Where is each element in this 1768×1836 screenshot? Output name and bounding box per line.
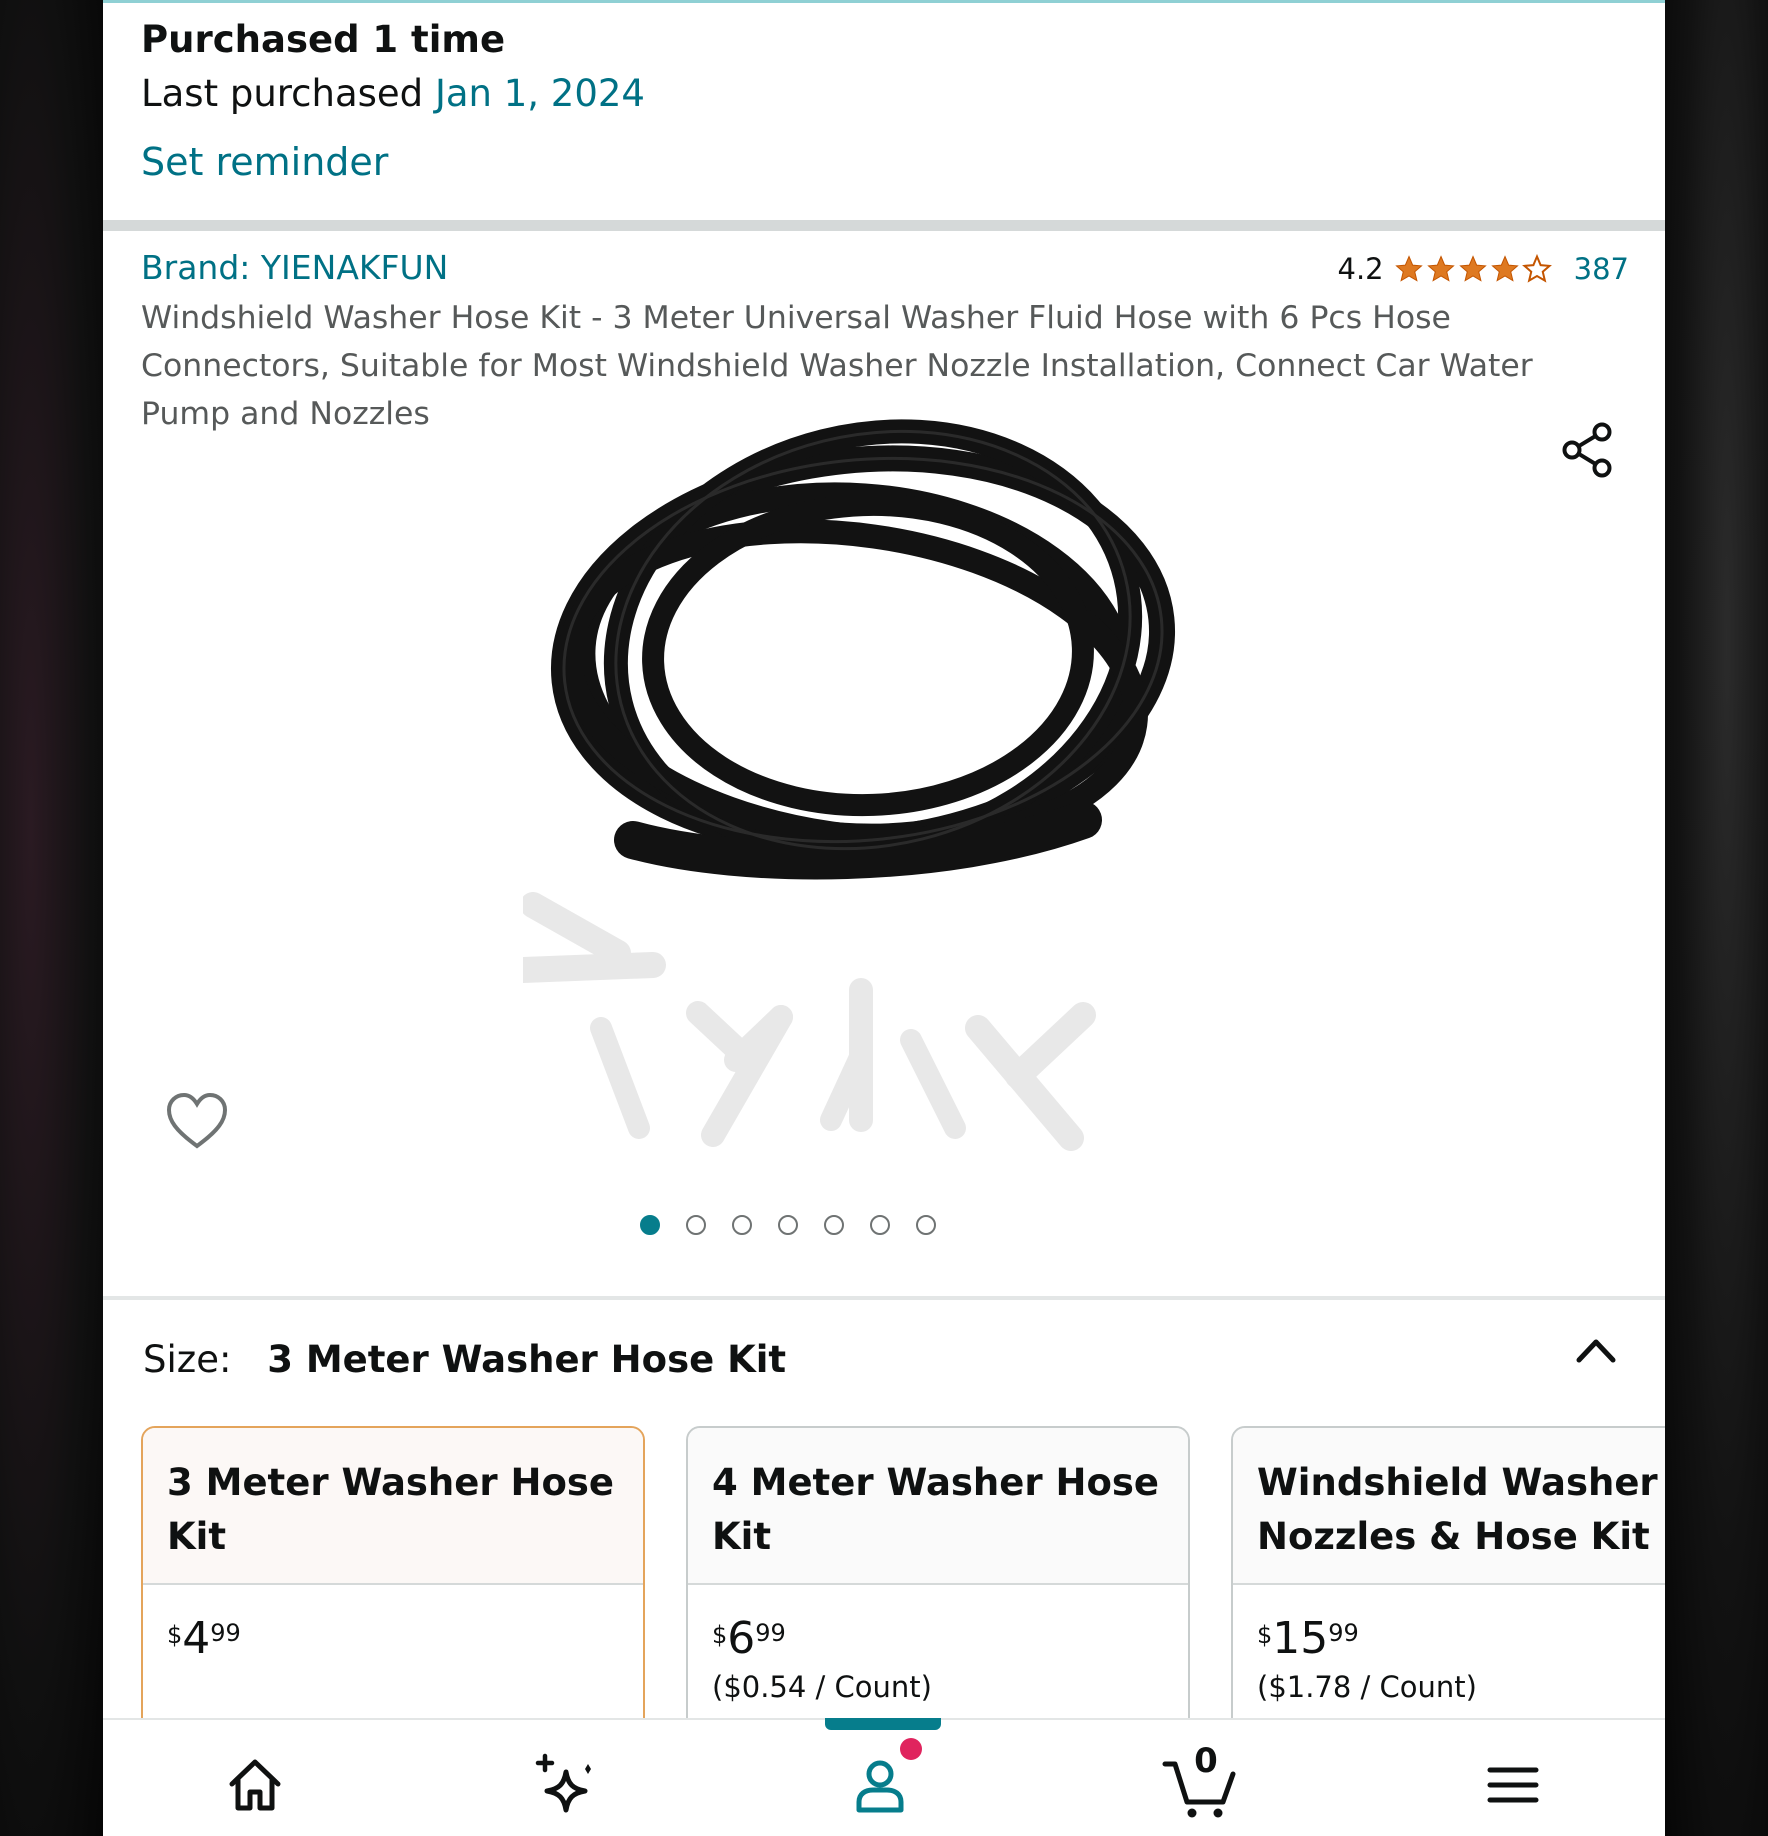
size-option-price: $1599 bbox=[1257, 1613, 1359, 1664]
account-icon[interactable] bbox=[845, 1750, 915, 1820]
star-full-icon bbox=[1490, 255, 1519, 282]
star-full-icon bbox=[1458, 255, 1487, 282]
page-dot[interactable] bbox=[686, 1215, 706, 1235]
size-option-name: 4 Meter Washer Hose Kit bbox=[688, 1428, 1188, 1585]
size-option-name: 3 Meter Washer Hose Kit bbox=[143, 1428, 643, 1585]
app-screen: Purchased 1 time Last purchased Jan 1, 2… bbox=[103, 0, 1665, 1836]
size-option-unit-price: ($1.78 / Count) bbox=[1257, 1670, 1477, 1704]
rating-summary[interactable]: 4.2 387 bbox=[1338, 252, 1629, 286]
image-pagination bbox=[103, 1215, 1569, 1235]
home-icon[interactable] bbox=[220, 1750, 290, 1820]
sparkle-icon[interactable] bbox=[533, 1750, 603, 1820]
last-purchased: Last purchased Jan 1, 2024 bbox=[141, 72, 645, 115]
size-option-price: $699 bbox=[712, 1613, 786, 1664]
size-option-4m[interactable]: 4 Meter Washer Hose Kit $699 ($0.54 / Co… bbox=[686, 1426, 1190, 1766]
size-option-3m[interactable]: 3 Meter Washer Hose Kit $499 bbox=[141, 1426, 645, 1766]
page-dot[interactable] bbox=[916, 1215, 936, 1235]
heart-icon[interactable] bbox=[165, 1090, 229, 1154]
size-selected-value: 3 Meter Washer Hose Kit bbox=[267, 1338, 787, 1381]
purchase-count: Purchased 1 time bbox=[141, 18, 506, 61]
top-accent-line bbox=[103, 0, 1665, 3]
menu-icon[interactable] bbox=[1478, 1750, 1548, 1820]
page-dot[interactable] bbox=[824, 1215, 844, 1235]
page-dot[interactable] bbox=[640, 1215, 660, 1235]
last-purchased-label: Last purchased bbox=[141, 72, 424, 115]
star-full-icon bbox=[1394, 255, 1423, 282]
size-option-unit-price bbox=[143, 1664, 643, 1670]
chevron-up-icon[interactable] bbox=[1573, 1330, 1619, 1370]
star-rating bbox=[1394, 254, 1552, 284]
background-right bbox=[1665, 0, 1768, 1836]
page-dot[interactable] bbox=[778, 1215, 798, 1235]
size-selector-header[interactable]: Size: 3 Meter Washer Hose Kit bbox=[143, 1338, 786, 1381]
set-reminder-link[interactable]: Set reminder bbox=[141, 140, 388, 184]
page-dot[interactable] bbox=[870, 1215, 890, 1235]
page-dot[interactable] bbox=[732, 1215, 752, 1235]
section-divider bbox=[103, 220, 1665, 231]
share-icon[interactable] bbox=[1558, 420, 1618, 480]
cart-count: 0 bbox=[1194, 1741, 1218, 1781]
product-image[interactable] bbox=[523, 400, 1203, 1190]
background-left bbox=[0, 0, 103, 1836]
brand-link[interactable]: Brand: YIENAKFUN bbox=[141, 248, 448, 287]
size-option-name: Windshield Washer Nozzles & Hose Kit bbox=[1233, 1428, 1665, 1585]
size-option-unit-price: ($0.54 / Count) bbox=[712, 1670, 932, 1704]
star-full-icon bbox=[1426, 255, 1455, 282]
section-divider bbox=[103, 1296, 1665, 1300]
rating-value: 4.2 bbox=[1337, 252, 1384, 286]
size-label: Size: bbox=[143, 1338, 232, 1381]
review-count: 387 bbox=[1573, 252, 1629, 286]
active-tab-indicator bbox=[825, 1718, 941, 1730]
star-empty-icon bbox=[1521, 254, 1552, 283]
notification-badge bbox=[900, 1738, 922, 1760]
size-option-price: $499 bbox=[167, 1613, 241, 1664]
last-purchased-date[interactable]: Jan 1, 2024 bbox=[435, 72, 645, 115]
size-option-nozzles-kit[interactable]: Windshield Washer Nozzles & Hose Kit $15… bbox=[1231, 1426, 1665, 1766]
